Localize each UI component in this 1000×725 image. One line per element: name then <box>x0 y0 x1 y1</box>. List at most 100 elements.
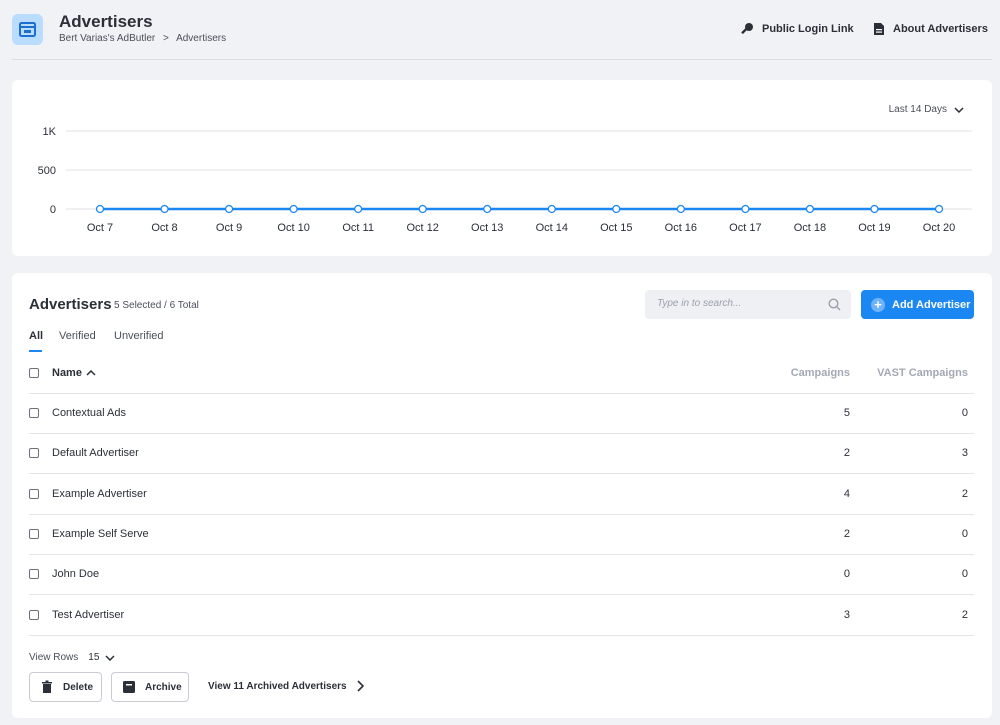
view-rows-control: View Rows 15 <box>29 652 115 663</box>
sort-ascending-icon <box>86 370 96 376</box>
column-header-name[interactable]: Name <box>52 367 96 379</box>
campaigns-count: 2 <box>843 447 850 460</box>
impressions-chart: 0 500 1K Oct 7 Oct 8 Oct 9 Oct 10 Oct 11 Oct 12 O… <box>38 126 972 234</box>
campaigns-count: 4 <box>843 487 850 500</box>
search-icon <box>828 298 841 311</box>
archive-button[interactable]: Archive <box>111 672 189 702</box>
y-tick-label: 0 <box>50 204 56 216</box>
advertiser-name[interactable]: Example Advertiser <box>52 488 147 500</box>
x-tick-label: Oct 16 <box>665 222 697 234</box>
table-row[interactable]: Test Advertiser 3 2 <box>12 595 992 636</box>
page-title: Advertisers <box>59 12 153 31</box>
advertiser-name[interactable]: Example Self Serve <box>52 528 149 540</box>
column-header-name-label: Name <box>52 367 82 379</box>
column-header-vast-campaigns[interactable]: VAST Campaigns <box>860 367 968 379</box>
vast-campaigns-count: 0 <box>961 407 968 419</box>
advertiser-name[interactable]: Test Advertiser <box>52 609 124 621</box>
archive-icon <box>122 680 136 694</box>
view-archived-link[interactable]: View 11 Archived Advertisers <box>208 680 364 692</box>
tab-all[interactable]: All <box>29 330 43 342</box>
row-checkbox[interactable] <box>29 408 39 418</box>
data-point[interactable] <box>354 204 363 214</box>
data-point[interactable] <box>95 204 105 214</box>
advertisers-card: Advertisers 5 Selected / 6 Total Type in… <box>12 273 992 718</box>
data-point[interactable] <box>676 204 685 214</box>
chevron-down-icon <box>105 654 115 661</box>
x-tick-label: Oct 15 <box>600 222 632 234</box>
vast-campaigns-count: 0 <box>961 568 968 581</box>
search-input[interactable]: Type in to search... <box>645 290 851 319</box>
data-point[interactable] <box>224 204 234 214</box>
y-tick-label: 1K <box>43 126 57 138</box>
view-archived-label: View 11 Archived Advertisers <box>208 680 347 692</box>
column-header-campaigns[interactable]: Campaigns <box>752 367 850 379</box>
x-tick-label: Oct 12 <box>406 222 438 234</box>
campaigns-count: 5 <box>843 407 850 419</box>
advertiser-name[interactable]: Default Advertiser <box>52 447 139 459</box>
data-point[interactable] <box>612 204 621 214</box>
x-tick-label: Oct 10 <box>277 222 309 234</box>
vast-campaigns-count: 3 <box>961 447 968 460</box>
data-point[interactable] <box>418 204 427 214</box>
vast-campaigns-count: 2 <box>961 487 968 500</box>
breadcrumb-item-advertisers: Advertisers <box>176 33 227 44</box>
tab-unverified[interactable]: Unverified <box>114 330 164 342</box>
data-point[interactable] <box>870 204 879 214</box>
vast-campaigns-count: 0 <box>961 527 968 540</box>
campaigns-count: 3 <box>843 608 850 621</box>
chevron-right-icon <box>357 680 364 692</box>
row-checkbox[interactable] <box>29 609 39 620</box>
row-checkbox[interactable] <box>29 569 39 580</box>
x-tick-label: Oct 9 <box>216 222 242 234</box>
data-point[interactable] <box>160 204 169 214</box>
breadcrumb-item-account[interactable]: Bert Varias's AdButler <box>59 33 155 44</box>
row-divider <box>29 634 974 636</box>
view-rows-select[interactable]: 15 <box>88 652 115 663</box>
plus-icon: + <box>871 297 885 312</box>
tab-verified[interactable]: Verified <box>59 330 96 342</box>
document-icon <box>874 23 884 35</box>
vast-campaigns-count: 2 <box>961 608 968 621</box>
about-advertisers-link[interactable]: About Advertisers <box>873 22 988 36</box>
x-tick-label: Oct 13 <box>471 222 503 234</box>
delete-button[interactable]: Delete <box>29 672 102 702</box>
trash-icon <box>40 680 54 694</box>
advertiser-name[interactable]: Contextual Ads <box>52 407 126 419</box>
x-tick-label: Oct 18 <box>794 222 826 234</box>
breadcrumb: Bert Varias's AdButler > Advertisers <box>59 33 231 44</box>
page-header: Advertisers Bert Varias's AdButler > Adv… <box>0 0 1000 60</box>
campaigns-count: 0 <box>843 568 850 581</box>
table-row[interactable]: Example Self Serve 2 0 <box>12 514 992 555</box>
x-tick-label: Oct 11 <box>342 222 374 234</box>
x-tick-label: Oct 8 <box>151 222 177 234</box>
view-rows-value: 15 <box>88 652 100 663</box>
campaigns-count: 2 <box>843 527 850 540</box>
data-point[interactable] <box>805 204 815 214</box>
data-point[interactable] <box>547 204 556 214</box>
selection-count: 5 Selected / 6 Total <box>114 300 199 311</box>
table-row[interactable]: Contextual Ads 5 0 <box>12 393 992 434</box>
row-checkbox[interactable] <box>29 448 39 459</box>
search-placeholder: Type in to search... <box>657 298 742 309</box>
table-row[interactable]: Default Advertiser 2 3 <box>12 433 992 475</box>
section-title: Advertisers <box>29 296 112 313</box>
data-point[interactable] <box>934 204 944 214</box>
data-point[interactable] <box>483 204 492 214</box>
breadcrumb-separator: > <box>163 33 169 44</box>
advertiser-name[interactable]: John Doe <box>52 568 99 580</box>
table-row[interactable]: John Doe 0 0 <box>12 554 992 596</box>
x-tick-label: Oct 19 <box>858 222 890 234</box>
data-point[interactable] <box>289 204 298 214</box>
public-login-link-label: Public Login Link <box>762 23 854 35</box>
table-row[interactable]: Example Advertiser 4 2 <box>12 474 992 515</box>
row-checkbox[interactable] <box>29 528 39 539</box>
row-checkbox[interactable] <box>29 488 39 499</box>
add-advertiser-button[interactable]: + Add Advertiser <box>861 290 974 319</box>
about-advertisers-label: About Advertisers <box>893 23 988 35</box>
x-tick-label: Oct 20 <box>923 222 955 234</box>
header-divider <box>12 59 992 60</box>
select-all-checkbox[interactable] <box>29 368 39 378</box>
public-login-link[interactable]: Public Login Link <box>740 22 854 36</box>
data-point[interactable] <box>741 204 750 214</box>
y-tick-label: 500 <box>38 165 56 177</box>
